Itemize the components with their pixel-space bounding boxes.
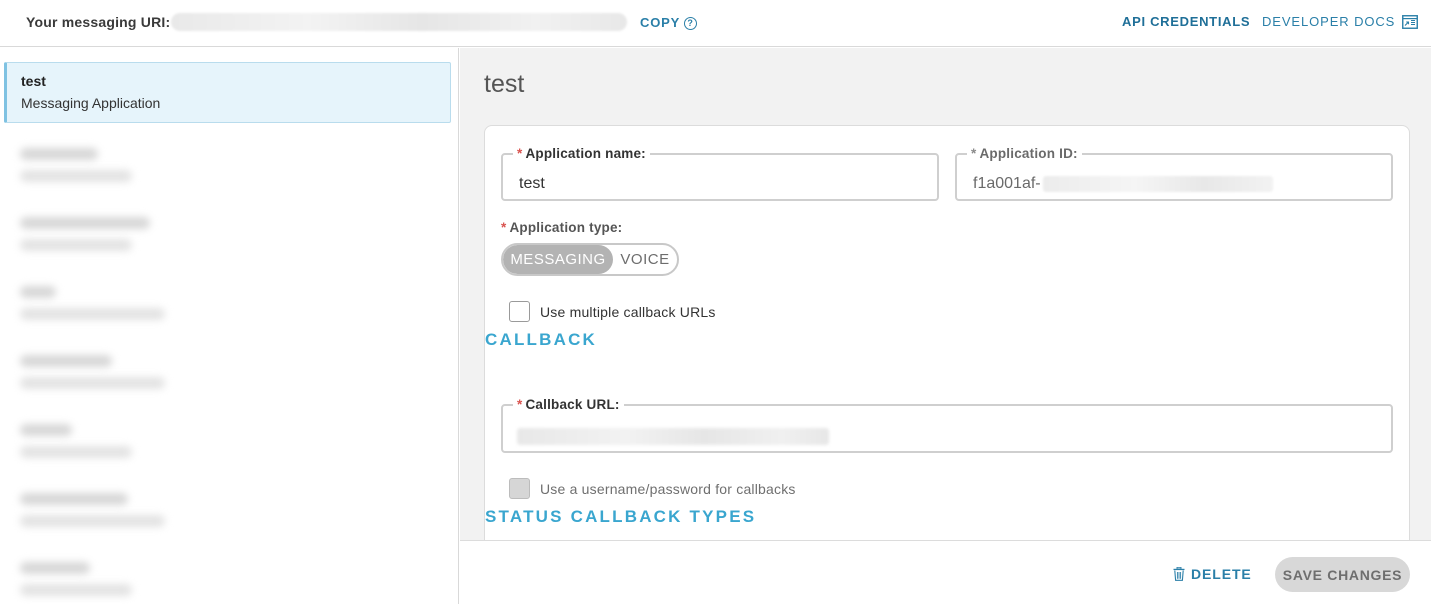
application-name-label: Application name: — [525, 146, 646, 161]
application-list-item-active[interactable]: test Messaging Application — [4, 62, 451, 123]
application-list-item[interactable] — [4, 276, 451, 338]
application-list-item[interactable] — [4, 207, 451, 269]
copy-uri-button[interactable]: COPY ? — [640, 14, 698, 30]
application-list-sidebar: test Messaging Application — [0, 48, 459, 604]
delete-button[interactable]: DELETE — [1173, 566, 1252, 582]
form-footer: DELETE SAVE CHANGES — [460, 540, 1431, 604]
required-marker: * — [517, 397, 523, 412]
application-form-card: * Application name: test * Application ID:… — [484, 125, 1410, 585]
application-id-label: Application ID: — [979, 146, 1078, 161]
trash-icon — [1173, 567, 1185, 581]
callback-auth-row[interactable]: Use a username/password for callbacks — [509, 478, 796, 499]
messaging-uri-label: Your messaging URI: — [26, 14, 171, 30]
copy-label: COPY — [640, 14, 681, 30]
application-name-value: test — [519, 175, 545, 192]
top-bar: Your messaging URI: COPY ? API CREDENTIA… — [0, 0, 1431, 47]
application-id-redacted — [1043, 176, 1273, 192]
application-list-item[interactable] — [4, 483, 451, 545]
page-title: test — [484, 70, 525, 98]
application-id-value: f1a001af- — [973, 175, 1041, 192]
messaging-uri-value — [171, 13, 627, 31]
external-docs-icon — [1402, 14, 1419, 29]
application-list-item[interactable] — [4, 345, 451, 407]
application-detail-panel: test * Application name: test * Applicatio… — [460, 48, 1431, 604]
api-credentials-link[interactable]: API CREDENTIALS — [1122, 14, 1250, 29]
callback-url-field[interactable]: * Callback URL: — [501, 397, 1393, 453]
callback-url-redacted — [517, 428, 829, 445]
application-type-messaging[interactable]: MESSAGING — [503, 245, 613, 274]
multiple-callback-urls-row[interactable]: Use multiple callback URLs — [509, 301, 716, 322]
application-list-item[interactable] — [4, 138, 451, 200]
delete-label: DELETE — [1191, 566, 1252, 582]
callback-auth-checkbox[interactable] — [509, 478, 530, 499]
application-name-field[interactable]: * Application name: test — [501, 146, 939, 201]
application-id-field: * Application ID: f1a001af- — [955, 146, 1393, 201]
required-marker: * — [517, 146, 523, 161]
callback-section-title: CALLBACK — [485, 330, 598, 349]
application-type-label: * Application type: — [501, 220, 623, 235]
status-callback-types-title: STATUS CALLBACK TYPES — [485, 507, 757, 526]
developer-docs-link[interactable]: DEVELOPER DOCS — [1262, 14, 1419, 29]
callback-auth-label: Use a username/password for callbacks — [540, 480, 796, 497]
application-list-item[interactable] — [4, 414, 451, 476]
callback-url-label: Callback URL: — [525, 397, 620, 412]
save-changes-button[interactable]: SAVE CHANGES — [1275, 557, 1410, 592]
multiple-callback-urls-label: Use multiple callback URLs — [540, 303, 716, 320]
application-type-toggle[interactable]: MESSAGING VOICE — [501, 243, 679, 276]
question-circle-icon[interactable]: ? — [684, 17, 698, 30]
multiple-callback-urls-checkbox[interactable] — [509, 301, 530, 322]
required-marker: * — [971, 146, 977, 161]
application-item-type: Messaging Application — [21, 95, 161, 111]
application-type-voice[interactable]: VOICE — [613, 245, 677, 274]
developer-docs-label: DEVELOPER DOCS — [1262, 14, 1396, 29]
application-list-item[interactable] — [4, 552, 451, 604]
application-item-name: test — [21, 73, 46, 89]
